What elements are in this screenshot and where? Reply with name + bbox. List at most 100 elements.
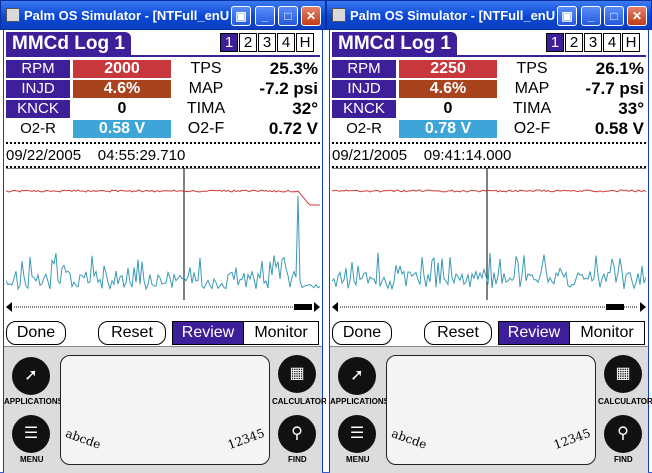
simulator-app-icon[interactable] — [332, 8, 346, 22]
log-graph[interactable] — [6, 168, 320, 300]
injd-label[interactable]: INJD — [332, 80, 396, 98]
page-button-2[interactable]: 2 — [565, 33, 583, 52]
find-icon[interactable]: ⚲ — [278, 415, 316, 453]
tps-value: 25.3% — [269, 59, 318, 78]
calculator-icon[interactable]: ▦ — [604, 355, 642, 393]
o2-trace — [6, 195, 320, 291]
menu-icon[interactable]: ☰ — [338, 415, 376, 453]
monitor-button[interactable]: Monitor — [243, 321, 319, 345]
knck-value: 0 — [443, 100, 453, 117]
calculator-label: CALCULATOR — [272, 397, 327, 406]
graffiti-area[interactable]: abcde 12345 — [60, 355, 270, 465]
tima-label[interactable]: TIMA — [504, 100, 560, 118]
applications-icon[interactable]: ➚ — [12, 357, 50, 395]
graph-scrollbar[interactable] — [332, 302, 646, 312]
maximize-icon[interactable]: □ — [604, 6, 624, 26]
close-icon[interactable]: ✕ — [301, 6, 321, 26]
sensor-row-rpm: RPM 2250 TPS 26.1% — [332, 60, 648, 79]
menu-icon[interactable]: ☰ — [12, 415, 50, 453]
rpm-label[interactable]: RPM — [332, 60, 396, 78]
applications-label: APPLICATIONS — [4, 397, 63, 406]
page-button-1[interactable]: 1 — [220, 33, 238, 52]
monitor-button[interactable]: Monitor — [569, 321, 645, 345]
rpm-label[interactable]: RPM — [6, 60, 70, 78]
restore-icon[interactable]: ▣ — [557, 6, 577, 26]
page-selector: 1 2 3 4 H — [219, 33, 314, 53]
map-label[interactable]: MAP — [178, 80, 234, 98]
graffiti-numbers: 12345 — [225, 425, 267, 453]
sensor-row-o2r: O2-R 0.78 V O2-F 0.58 V — [332, 120, 648, 139]
button-bar: Done Reset Review Monitor — [332, 321, 646, 345]
page-button-h[interactable]: H — [296, 33, 314, 52]
window-title: Palm OS Simulator - [NTFull_enU — [350, 8, 556, 23]
o2f-label[interactable]: O2-F — [504, 120, 560, 138]
minimize-icon[interactable]: _ — [581, 6, 601, 26]
knck-label[interactable]: KNCK — [332, 100, 396, 118]
page-button-4[interactable]: 4 — [603, 33, 621, 52]
page-selector: 1 2 3 4 H — [545, 33, 640, 53]
graffiti-letters: abcde — [389, 426, 429, 452]
sensor-row-knck: KNCK 0 TIMA 33° — [332, 100, 648, 119]
simulator-window-right: Palm OS Simulator - [NTFull_enU ▣ _ □ ✕ … — [326, 0, 652, 473]
silkscreen-area: ➚ APPLICATIONS ☰ MENU abcde 12345 ▦ CALC… — [330, 346, 652, 473]
calculator-label: CALCULATOR — [598, 397, 652, 406]
applications-icon[interactable]: ➚ — [338, 357, 376, 395]
tps-label[interactable]: TPS — [504, 60, 560, 78]
log-time: 04:55:29.710 — [97, 147, 186, 164]
find-label: FIND — [614, 455, 633, 464]
tps-label[interactable]: TPS — [178, 60, 234, 78]
sensor-row-injd: INJD 4.6% MAP -7.2 psi — [6, 80, 322, 99]
page-button-2[interactable]: 2 — [239, 33, 257, 52]
tima-label[interactable]: TIMA — [178, 100, 234, 118]
page-button-4[interactable]: 4 — [277, 33, 295, 52]
restore-icon[interactable]: ▣ — [231, 6, 251, 26]
o2r-label[interactable]: O2-R — [332, 120, 396, 138]
rpm-trace — [332, 189, 646, 193]
injd-value: 4.6% — [399, 80, 497, 98]
scroll-thumb — [294, 304, 312, 310]
reset-button[interactable]: Reset — [424, 321, 492, 345]
graph-scrollbar[interactable] — [6, 302, 320, 312]
reset-button[interactable]: Reset — [98, 321, 166, 345]
o2r-label[interactable]: O2-R — [6, 120, 70, 138]
window-titlebar[interactable]: Palm OS Simulator - [NTFull_enU ▣ _ □ ✕ — [326, 0, 652, 30]
page-button-h[interactable]: H — [622, 33, 640, 52]
simulator-app-icon[interactable] — [6, 8, 20, 22]
timestamp: 09/22/2005 04:55:29.710 — [6, 147, 185, 164]
app-title[interactable]: MMCd Log 1 — [332, 32, 457, 56]
calculator-icon[interactable]: ▦ — [278, 355, 316, 393]
page-button-3[interactable]: 3 — [258, 33, 276, 52]
graffiti-area[interactable]: abcde 12345 — [386, 355, 596, 465]
palm-screen: MMCd Log 1 1 2 3 4 H RPM 2250 TPS 26.1% … — [329, 30, 652, 473]
done-button[interactable]: Done — [6, 321, 66, 345]
find-icon[interactable]: ⚲ — [604, 415, 642, 453]
button-bar: Done Reset Review Monitor — [6, 321, 320, 345]
done-button[interactable]: Done — [332, 321, 392, 345]
knck-value: 0 — [117, 100, 127, 117]
divider — [6, 142, 320, 144]
map-label[interactable]: MAP — [504, 80, 560, 98]
page-button-1[interactable]: 1 — [546, 33, 564, 52]
page-button-3[interactable]: 3 — [584, 33, 602, 52]
app-title[interactable]: MMCd Log 1 — [6, 32, 131, 56]
knck-label[interactable]: KNCK — [6, 100, 70, 118]
menu-label: MENU — [346, 455, 370, 464]
minimize-icon[interactable]: _ — [255, 6, 275, 26]
window-title: Palm OS Simulator - [NTFull_enU — [24, 8, 230, 23]
rpm-value: 2250 — [399, 60, 497, 78]
scroll-thumb — [606, 304, 624, 310]
log-date: 09/21/2005 — [332, 147, 408, 164]
o2f-value: 0.72 V — [268, 119, 318, 138]
maximize-icon[interactable]: □ — [278, 6, 298, 26]
scroll-right-arrow-icon — [314, 302, 320, 312]
review-button[interactable]: Review — [498, 321, 570, 345]
sensor-row-injd: INJD 4.6% MAP -7.7 psi — [332, 80, 648, 99]
log-graph[interactable] — [332, 168, 646, 300]
close-icon[interactable]: ✕ — [627, 6, 647, 26]
o2f-label[interactable]: O2-F — [178, 120, 234, 138]
palm-screen: MMCd Log 1 1 2 3 4 H RPM 2000 TPS 25.3% … — [3, 30, 327, 473]
injd-label[interactable]: INJD — [6, 80, 70, 98]
window-titlebar[interactable]: Palm OS Simulator - [NTFull_enU ▣ _ □ ✕ — [0, 0, 326, 30]
review-button[interactable]: Review — [172, 321, 244, 345]
scroll-left-arrow-icon — [332, 302, 338, 312]
